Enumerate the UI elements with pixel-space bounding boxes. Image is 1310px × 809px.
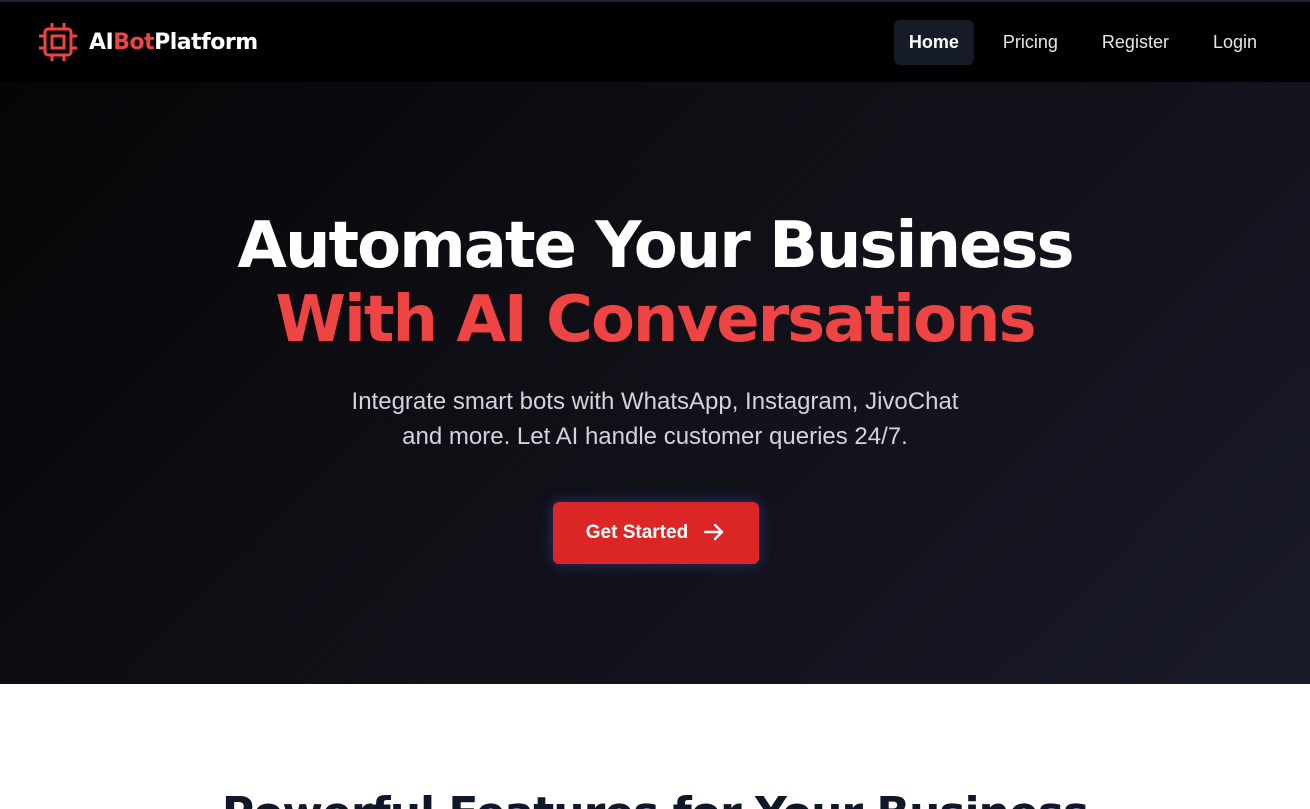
- brand-accent: Bot: [113, 29, 155, 55]
- nav-register-link[interactable]: Register: [1087, 20, 1184, 65]
- navbar: AIBotPlatform Home Pricing Register Logi…: [0, 2, 1310, 82]
- main-nav: Home Pricing Register Login: [893, 19, 1272, 65]
- cpu-chip-icon: [37, 21, 79, 63]
- brand-prefix: AI: [89, 29, 114, 55]
- brand-name: AIBotPlatform: [89, 30, 258, 55]
- nav-home-link[interactable]: Home: [893, 19, 974, 65]
- features-heading: Powerful Features for Your Business: [0, 788, 1310, 809]
- hero-title-line1: Automate Your Business: [237, 209, 1074, 283]
- brand-logo[interactable]: AIBotPlatform: [37, 21, 258, 63]
- nav-pricing-link[interactable]: Pricing: [988, 20, 1073, 65]
- arrow-right-icon: [702, 520, 726, 547]
- nav-login-link[interactable]: Login: [1198, 20, 1272, 65]
- hero-section: Automate Your Business With AI Conversat…: [0, 82, 1310, 684]
- brand-suffix: Platform: [154, 29, 258, 55]
- get-started-label: Get Started: [585, 522, 689, 543]
- hero-title-line2: With AI Conversations: [275, 283, 1036, 357]
- features-section: Powerful Features for Your Business: [0, 684, 1310, 809]
- hero-subtitle: Integrate smart bots with WhatsApp, Inst…: [351, 388, 959, 450]
- get-started-button[interactable]: Get Started: [553, 502, 759, 564]
